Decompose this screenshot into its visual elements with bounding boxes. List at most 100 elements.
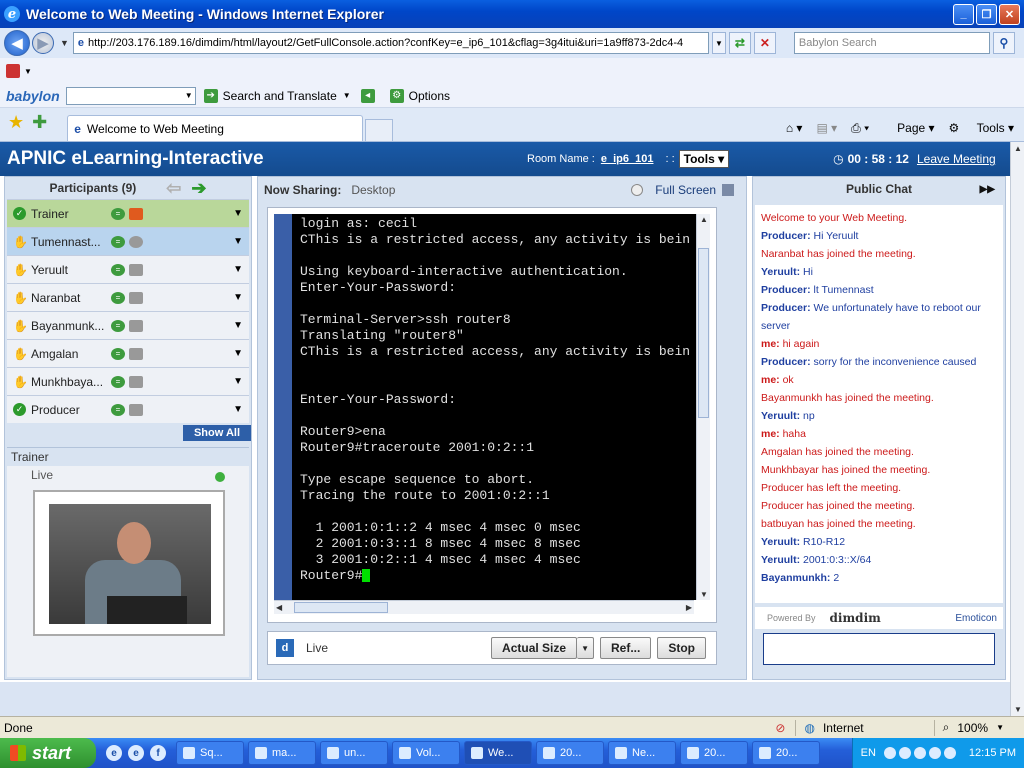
- zoom-icon[interactable]: ⌕: [943, 720, 950, 735]
- mic-icon[interactable]: [129, 235, 143, 248]
- chat-icon[interactable]: =: [111, 403, 125, 416]
- back-button[interactable]: ◀: [4, 30, 30, 56]
- search-translate-button[interactable]: ➔ Search and Translate ▼: [203, 88, 351, 103]
- scroll-up-icon[interactable]: ▲: [700, 215, 708, 224]
- participant-row[interactable]: ✋ Munkhbaya... = ▼: [7, 367, 249, 395]
- blocked-icon[interactable]: ⊘: [775, 721, 785, 735]
- participant-menu-icon[interactable]: ▼: [233, 348, 243, 359]
- taskbar-button[interactable]: We...: [464, 741, 532, 765]
- vertical-scrollbar[interactable]: ▲ ▼: [696, 214, 710, 600]
- chat-icon[interactable]: =: [111, 291, 125, 304]
- firefox-icon[interactable]: f: [150, 745, 166, 761]
- webcam-icon[interactable]: [129, 291, 143, 304]
- tray-icon[interactable]: [928, 747, 941, 759]
- tools-dropdown[interactable]: Tools ▾: [678, 150, 730, 168]
- zoom-dropdown-icon[interactable]: ▼: [996, 723, 1004, 732]
- leave-meeting-link[interactable]: Leave Meeting: [917, 152, 996, 166]
- tray-icon[interactable]: [943, 747, 956, 759]
- actual-size-dropdown[interactable]: ▼: [577, 637, 594, 659]
- stop-button[interactable]: ✕: [753, 32, 776, 54]
- babylon-combo[interactable]: ▼: [65, 86, 196, 105]
- options-button[interactable]: ⚙ Options: [389, 88, 450, 103]
- participant-row[interactable]: ✓ Trainer = ▼: [7, 199, 249, 227]
- chat-icon[interactable]: =: [111, 319, 125, 332]
- webcam-icon[interactable]: [129, 375, 143, 388]
- zoom-level[interactable]: 100%: [957, 721, 988, 735]
- record-icon[interactable]: [631, 184, 644, 196]
- history-dropdown-icon[interactable]: ▼: [60, 38, 69, 48]
- feeds-icon[interactable]: ▤ ▾: [816, 121, 837, 135]
- print-icon[interactable]: ⎙ ▾: [851, 121, 869, 136]
- taskbar-button[interactable]: 20...: [680, 741, 748, 765]
- full-screen-link[interactable]: Full Screen: [655, 183, 716, 197]
- chat-icon[interactable]: =: [111, 235, 125, 248]
- participant-menu-icon[interactable]: ▼: [233, 376, 243, 387]
- start-button[interactable]: start: [0, 738, 96, 768]
- tray-icon[interactable]: [913, 747, 926, 759]
- chat-icon[interactable]: =: [111, 375, 125, 388]
- taskbar-button[interactable]: Vol...: [392, 741, 460, 765]
- page-menu[interactable]: Page ▾: [883, 121, 934, 135]
- arrow-left-icon[interactable]: ⇦: [166, 178, 181, 199]
- room-name-link[interactable]: e_ip6_101: [601, 153, 654, 165]
- tab-welcome[interactable]: e Welcome to Web Meeting: [67, 115, 364, 141]
- tools-menu[interactable]: ⚙ Tools ▾: [949, 121, 1014, 135]
- scroll-down-icon[interactable]: ▼: [700, 590, 708, 599]
- participant-menu-icon[interactable]: ▼: [233, 320, 243, 331]
- webcam-icon[interactable]: [129, 347, 143, 360]
- actual-size-button[interactable]: Actual Size: [491, 637, 578, 659]
- participant-row[interactable]: ✋ Amgalan = ▼: [7, 339, 249, 367]
- chat-icon[interactable]: =: [111, 263, 125, 276]
- webcam-icon[interactable]: [129, 207, 143, 220]
- refresh-button[interactable]: ⇄: [728, 32, 751, 54]
- emoticon-link[interactable]: Emoticon: [955, 613, 997, 624]
- taskbar-button[interactable]: ma...: [248, 741, 316, 765]
- chat-icon[interactable]: =: [111, 347, 125, 360]
- search-icon[interactable]: ⚲: [992, 32, 1015, 54]
- maximize-button[interactable]: ❐: [976, 3, 997, 25]
- page-scrollbar[interactable]: ▲ ▼: [1010, 142, 1024, 716]
- add-favorite-icon[interactable]: ✚: [32, 112, 47, 133]
- new-tab-button[interactable]: [365, 119, 394, 141]
- toolbar-dropdown-icon[interactable]: ▼: [24, 67, 32, 76]
- participant-row[interactable]: ✋ Bayanmunk... = ▼: [7, 311, 249, 339]
- horizontal-scrollbar[interactable]: ◀ ▶: [274, 600, 694, 614]
- full-screen-icon[interactable]: [722, 184, 734, 196]
- stop-share-button[interactable]: Stop: [657, 637, 706, 659]
- tray-icon[interactable]: [898, 747, 911, 759]
- taskbar-button[interactable]: Sq...: [176, 741, 244, 765]
- favorites-star-icon[interactable]: ★: [8, 112, 24, 133]
- scroll-thumb[interactable]: [698, 248, 709, 418]
- taskbar-button[interactable]: Ne...: [608, 741, 676, 765]
- quicklaunch-icon[interactable]: e: [128, 745, 144, 761]
- close-button[interactable]: ✕: [999, 3, 1020, 25]
- home-icon[interactable]: ⌂ ▾: [786, 121, 803, 135]
- refresh-share-button[interactable]: Ref...: [599, 637, 652, 659]
- search-input[interactable]: Babylon Search: [793, 32, 990, 54]
- taskbar-button[interactable]: 20...: [536, 741, 604, 765]
- taskbar-button[interactable]: un...: [320, 741, 388, 765]
- scroll-down-icon[interactable]: ▼: [1014, 705, 1022, 714]
- webcam-icon[interactable]: [129, 263, 143, 276]
- scroll-up-icon[interactable]: ▲: [1014, 144, 1022, 153]
- participant-menu-icon[interactable]: ▼: [233, 208, 243, 219]
- quicklaunch-icon[interactable]: e: [106, 745, 122, 761]
- taskbar-button[interactable]: 20...: [752, 741, 820, 765]
- participant-row[interactable]: ✓ Producer = ▼: [7, 395, 249, 423]
- minimize-button[interactable]: _: [953, 3, 974, 25]
- show-all-button[interactable]: Show All: [183, 425, 251, 441]
- scroll-left-icon[interactable]: ◀: [276, 603, 282, 612]
- arrow-right-icon[interactable]: ➔: [191, 178, 206, 199]
- participant-menu-icon[interactable]: ▼: [233, 404, 243, 415]
- chat-input[interactable]: [763, 633, 995, 665]
- toolbar-icon[interactable]: [6, 64, 20, 78]
- participant-row[interactable]: ✋ Naranbat = ▼: [7, 283, 249, 311]
- tray-icon[interactable]: [883, 747, 896, 759]
- participant-menu-icon[interactable]: ▼: [233, 236, 243, 247]
- chat-icon[interactable]: =: [111, 207, 125, 220]
- webcam-icon[interactable]: [129, 403, 143, 416]
- scroll-right-icon[interactable]: ▶: [686, 603, 692, 612]
- participant-menu-icon[interactable]: ▼: [233, 264, 243, 275]
- webcam-icon[interactable]: [129, 319, 143, 332]
- url-input[interactable]: e http://203.176.189.16/dimdim/html/layou…: [72, 32, 709, 54]
